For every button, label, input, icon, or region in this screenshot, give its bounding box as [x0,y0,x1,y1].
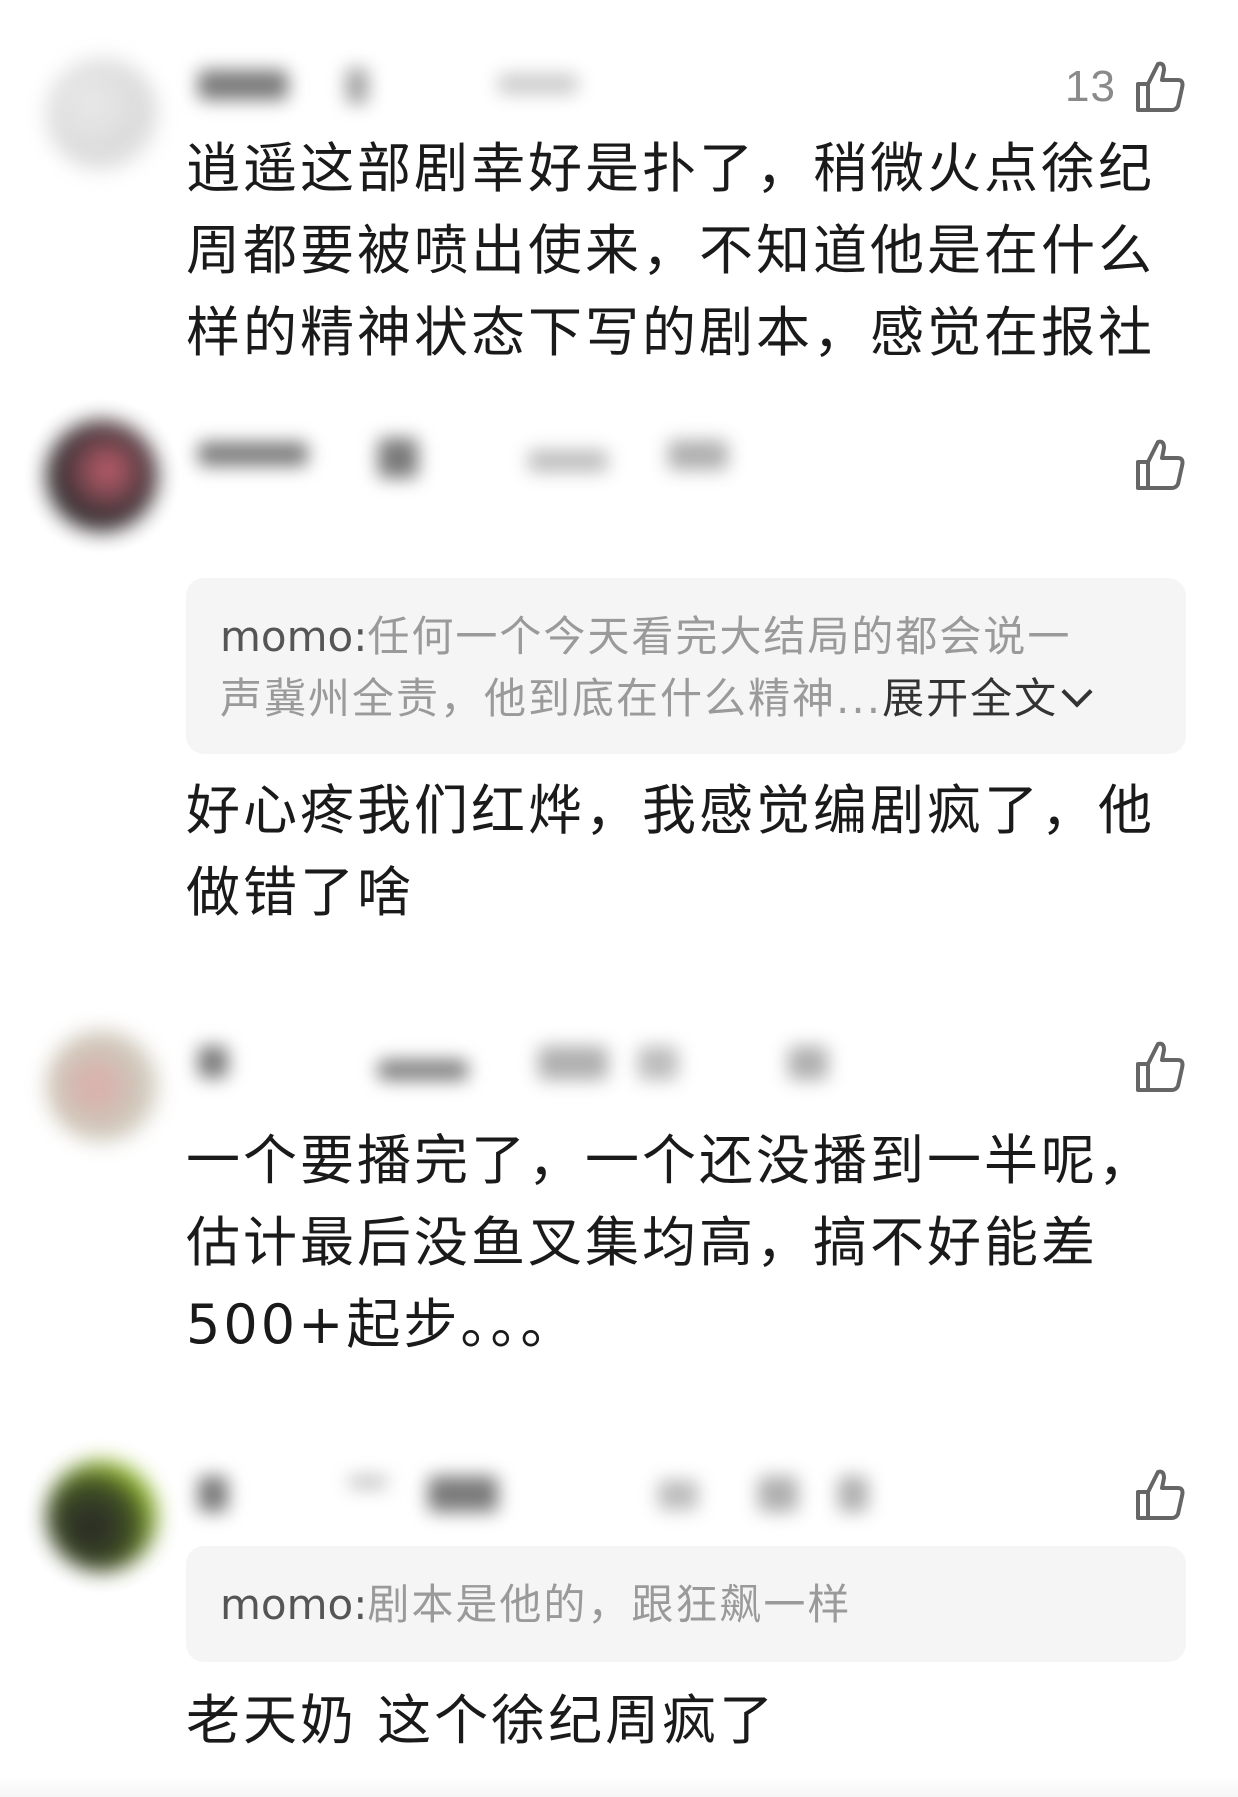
avatar[interactable] [46,58,158,170]
like-button[interactable]: 13 [1065,60,1186,114]
comment-text: 好心疼我们红烨，我感觉编剧疯了，他 做错了啥 [186,770,1186,934]
comment-line: 老天奶 这个徐纪周疯了 [186,1689,777,1752]
comment-line: 估计最后没鱼叉集均高，搞不好能差 [186,1211,1098,1274]
username-blurred[interactable] [198,1476,868,1512]
comment-line: 周都要被喷出使来，不知道他是在什么 [186,219,1155,282]
comment-line: 逍遥这部剧幸好是扑了，稍微火点徐纪 [186,137,1155,200]
avatar[interactable] [46,1030,158,1142]
chevron-down-icon [1061,676,1093,708]
comment-line: 500+起步。。。 [186,1293,578,1356]
username-blurred[interactable] [198,1046,838,1080]
thumbs-up-icon [1134,60,1186,114]
username-blurred[interactable] [198,438,838,478]
thumbs-up-icon [1134,1040,1186,1094]
username-blurred[interactable] [198,68,838,104]
expand-label: 展开全文 [882,674,1059,723]
reply-line: 剧本是他的，跟狂飙一样 [367,1580,852,1629]
comment-text: 逍遥这部剧幸好是扑了，稍微火点徐纪 周都要被喷出使来，不知道他是在什么 样的精神… [186,128,1186,374]
reply-preview[interactable]: momo:剧本是他的，跟狂飙一样 [186,1546,1186,1662]
avatar[interactable] [46,1460,158,1572]
like-button[interactable] [1134,1040,1186,1094]
reply-line: 任何一个今天看完大结局的都会说一 [367,612,1072,661]
comment-line: 一个要播完了，一个还没播到一半呢， [186,1129,1155,1192]
comment-text: 一个要播完了，一个还没播到一半呢， 估计最后没鱼叉集均高，搞不好能差 500+起… [186,1120,1186,1366]
comment-line: 样的精神状态下写的剧本，感觉在报社 [186,301,1155,364]
comment-line: 好心疼我们红烨，我感觉编剧疯了，他 [186,779,1155,842]
like-button[interactable] [1134,1468,1186,1522]
bottom-edge [0,1776,1238,1797]
like-count: 13 [1065,62,1116,111]
avatar[interactable] [46,420,158,532]
comment-line: 做错了啥 [186,861,414,924]
comment-text: 老天奶 这个徐纪周疯了 [186,1680,1186,1762]
expand-full-text-link[interactable]: 展开全文 [882,674,1093,723]
like-button[interactable] [1134,438,1186,492]
thumbs-up-icon [1134,1468,1186,1522]
reply-line: 声冀州全责，他到底在什么精神... [220,674,883,723]
thumbs-up-icon [1134,438,1186,492]
reply-preview[interactable]: momo:任何一个今天看完大结局的都会说一 声冀州全责，他到底在什么精神...展… [186,578,1186,754]
reply-author: momo: [220,612,368,661]
reply-author: momo: [220,1580,368,1629]
